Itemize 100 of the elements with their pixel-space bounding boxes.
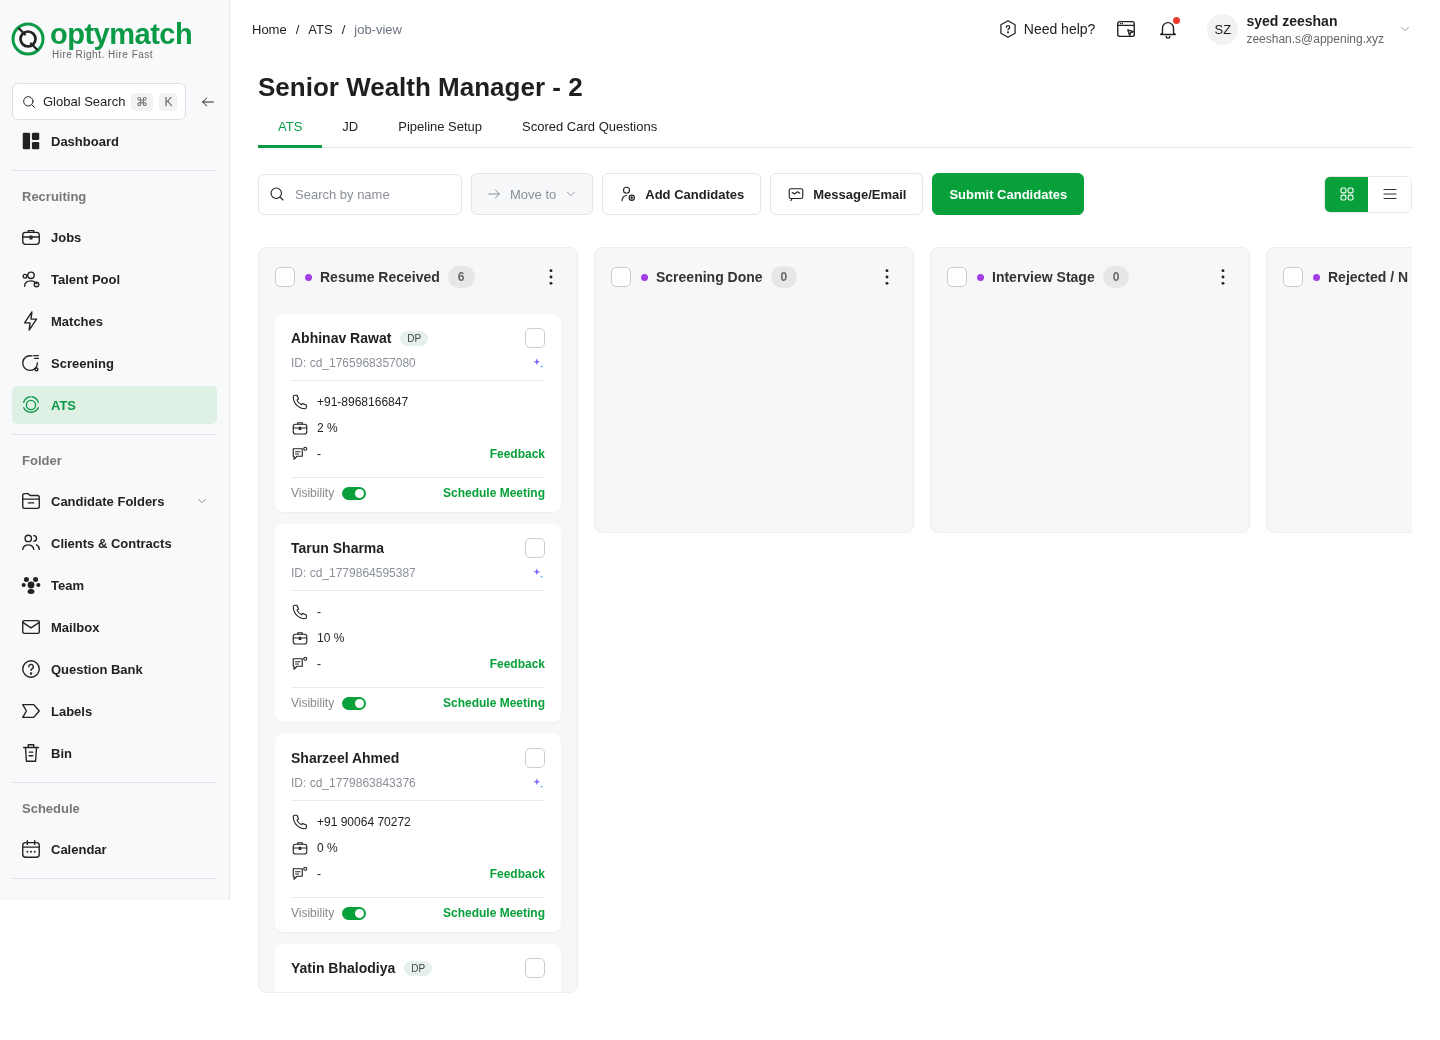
message-icon bbox=[787, 185, 806, 203]
tab[interactable]: Pipeline Setup bbox=[378, 119, 503, 148]
team-icon bbox=[20, 574, 42, 596]
column-title: Interview Stage bbox=[992, 269, 1095, 285]
checkbox[interactable] bbox=[275, 267, 295, 287]
tab[interactable]: ATS bbox=[258, 119, 323, 148]
screening-icon bbox=[20, 352, 42, 374]
more-icon bbox=[549, 269, 553, 285]
help-icon bbox=[997, 19, 1018, 39]
tag: DP bbox=[404, 960, 433, 976]
feedback-icon bbox=[291, 655, 309, 673]
message-button[interactable]: Message/Email bbox=[770, 173, 924, 215]
search-icon bbox=[268, 184, 286, 203]
checkbox[interactable] bbox=[525, 958, 545, 978]
checkbox[interactable] bbox=[611, 267, 631, 287]
breadcrumb-link[interactable]: Home bbox=[252, 21, 287, 37]
visibility-toggle[interactable] bbox=[342, 696, 367, 710]
sidebar-item[interactable]: Question Bank bbox=[12, 650, 217, 688]
candidate-name: Abhinav Rawat bbox=[291, 330, 392, 346]
sparkle-icon bbox=[531, 776, 545, 790]
visibility-label: Visibility bbox=[291, 906, 335, 920]
breadcrumb-separator: / bbox=[295, 21, 300, 37]
add-person-icon bbox=[619, 185, 638, 203]
sidebar-item[interactable]: Team bbox=[12, 566, 217, 604]
candidate-card[interactable]: Tarun Sharma ID: cd_1779864595387 - 10 % - Feedback Visibility Schedule Meeting bbox=[275, 524, 561, 722]
grid-icon bbox=[1337, 185, 1356, 203]
tag: DP bbox=[400, 330, 429, 346]
sidebar-item[interactable]: Mailbox bbox=[12, 608, 217, 646]
page-title: Senior Wealth Manager - 2 bbox=[258, 72, 584, 103]
candidate-id: ID: cd_1765968357080 bbox=[291, 356, 416, 370]
candidate-name: Sharzeel Ahmed bbox=[291, 750, 400, 766]
visibility-label: Visibility bbox=[291, 486, 335, 500]
calendar-icon bbox=[20, 838, 42, 860]
visibility-label: Visibility bbox=[291, 696, 335, 710]
search-field[interactable]: Global Search ⌘ K bbox=[12, 83, 187, 120]
feedback-value: - bbox=[317, 867, 321, 881]
folder-icon bbox=[20, 490, 42, 512]
section-label: Schedule bbox=[21, 800, 81, 818]
column-title: Rejected / N bbox=[1328, 269, 1409, 285]
tab[interactable]: Scored Card Questions bbox=[502, 119, 678, 148]
bin-icon bbox=[20, 742, 42, 764]
ats-icon bbox=[20, 394, 42, 416]
count-badge: 0 bbox=[1102, 266, 1130, 288]
checkbox[interactable] bbox=[525, 748, 545, 768]
sidebar-item[interactable]: Labels bbox=[12, 692, 217, 730]
breadcrumb-link[interactable]: ATS bbox=[308, 21, 333, 37]
feedback-icon bbox=[291, 445, 309, 463]
feedback-value: - bbox=[317, 447, 321, 461]
match-score: 10 % bbox=[317, 631, 345, 645]
section-label: Folder bbox=[21, 452, 63, 470]
briefcase-icon bbox=[291, 419, 309, 437]
browser-window-icon bbox=[1115, 18, 1138, 40]
sparkle-icon bbox=[531, 356, 545, 370]
sidebar-item[interactable]: Candidate Folders bbox=[12, 482, 217, 520]
sidebar-item[interactable]: Calendar bbox=[12, 830, 217, 868]
shortcut-key: ⌘ bbox=[131, 92, 154, 111]
column-title: Resume Received bbox=[320, 269, 440, 285]
phone-number: +91 90064 70272 bbox=[317, 815, 411, 829]
sidebar-item[interactable]: Bin bbox=[12, 734, 217, 772]
candidate-card[interactable]: Abhinav Rawat DP ID: cd_1765968357080 +91-8968166847 2 % - Feedback Visibility Schedule Meeting bbox=[275, 314, 561, 512]
count-badge: 6 bbox=[447, 266, 475, 288]
checkbox[interactable] bbox=[1283, 267, 1303, 287]
checkbox[interactable] bbox=[947, 267, 967, 287]
more-icon bbox=[1221, 269, 1225, 285]
sidebar-item[interactable]: Dashboard bbox=[12, 122, 217, 160]
phone-icon bbox=[291, 813, 309, 831]
sidebar-item[interactable]: Matches bbox=[12, 302, 217, 340]
add-candidates-button[interactable]: Add Candidates bbox=[602, 173, 762, 215]
more-icon bbox=[885, 269, 889, 285]
shortcut-key: K bbox=[159, 92, 178, 111]
help-link[interactable]: Need help? bbox=[997, 19, 1096, 39]
arrow-right-icon bbox=[486, 186, 502, 202]
visibility-toggle[interactable] bbox=[342, 486, 367, 500]
checkbox[interactable] bbox=[525, 328, 545, 348]
notification-button[interactable] bbox=[1157, 18, 1180, 40]
user-avatar[interactable]: SZ bbox=[1207, 13, 1239, 45]
sparkle-icon bbox=[531, 566, 545, 580]
tab[interactable]: JD bbox=[322, 119, 379, 148]
phone-number: - bbox=[317, 605, 321, 619]
candidate-id: ID: cd_1779863843376 bbox=[291, 776, 416, 790]
count-badge: 0 bbox=[770, 266, 798, 288]
question-icon bbox=[20, 658, 42, 680]
sidebar-item[interactable]: Jobs bbox=[12, 218, 217, 256]
dashboard-icon bbox=[20, 130, 42, 152]
user-name: syed zeeshan bbox=[1246, 12, 1339, 29]
logo-icon bbox=[10, 21, 46, 57]
logo-wordmark: optymatch bbox=[50, 18, 193, 49]
section-label: Recruiting bbox=[21, 188, 88, 206]
browser-button[interactable] bbox=[1115, 18, 1138, 40]
candidate-card[interactable]: Yatin Bhalodiya DP bbox=[275, 944, 561, 992]
sidebar-item[interactable]: Screening bbox=[12, 344, 217, 382]
visibility-toggle[interactable] bbox=[342, 906, 367, 920]
candidate-card[interactable]: Sharzeel Ahmed ID: cd_1779863843376 +91 90064 70272 0 % - Feedback Visibility Schedule Meeting bbox=[275, 734, 561, 932]
column-title: Screening Done bbox=[656, 269, 763, 285]
search-icon bbox=[21, 93, 37, 110]
grid-view-button[interactable] bbox=[1325, 176, 1368, 212]
sidebar-item[interactable]: Clients & Contracts bbox=[12, 524, 217, 562]
sidebar-item[interactable]: Talent Pool bbox=[12, 260, 217, 298]
checkbox[interactable] bbox=[525, 538, 545, 558]
search-field[interactable]: Search by name bbox=[258, 173, 462, 215]
